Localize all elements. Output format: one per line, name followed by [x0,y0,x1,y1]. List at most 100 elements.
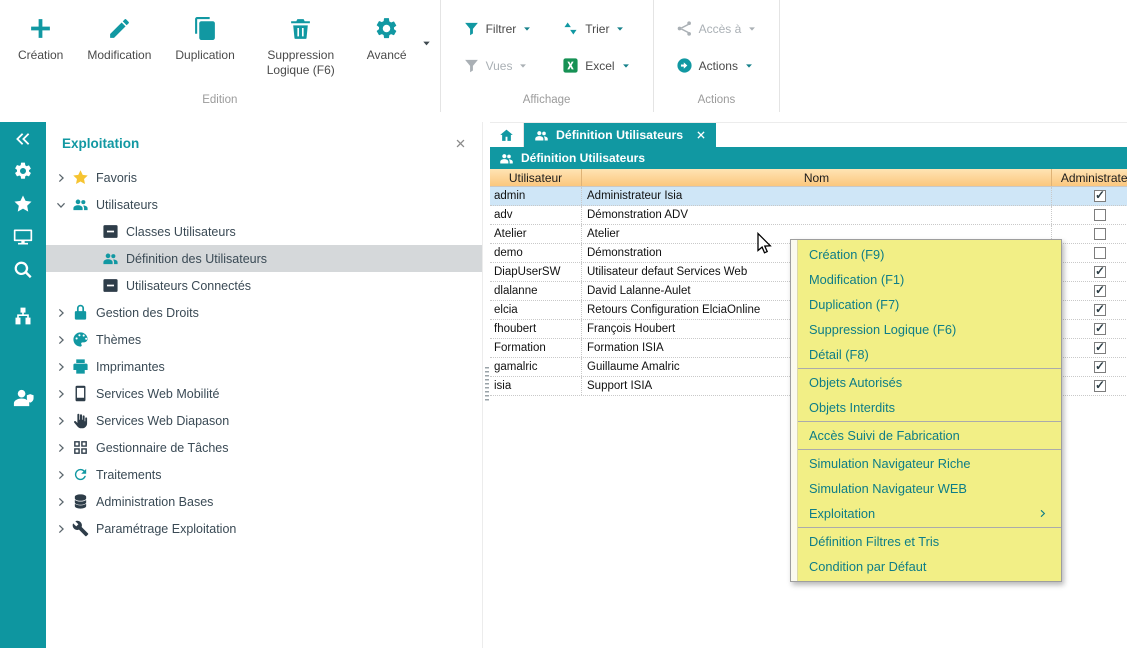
column-header-nom[interactable]: Nom [582,169,1052,186]
cell-utilisateur: gamalric [490,358,582,376]
menu-item-15[interactable]: Définition Filtres et Tris [791,529,1061,554]
vues-button[interactable]: Vues [463,57,533,74]
sidebar-settings-button[interactable] [13,161,33,181]
chevron-right-icon[interactable] [56,308,68,318]
tab-label: Définition Utilisateurs [556,128,683,142]
chevron-down-icon[interactable] [56,200,68,210]
nav-item-5[interactable]: Gestion des Droits [46,299,482,326]
chevron-right-icon[interactable] [56,497,68,507]
creation-button[interactable]: Création [6,6,75,63]
menu-item-0[interactable]: Création (F9) [791,242,1061,267]
copy-icon [193,16,218,41]
hand-icon [72,412,89,429]
trash-icon [288,16,313,41]
nav-item-11[interactable]: Traitements [46,461,482,488]
nav-item-13[interactable]: Paramétrage Exploitation [46,515,482,542]
nav-item-4[interactable]: Utilisateurs Connectés [46,272,482,299]
sidebar-search-button[interactable] [13,260,33,280]
nav-panel-close-icon[interactable] [455,138,466,149]
acces-a-label: Accès à [699,22,742,36]
chevron-right-icon[interactable] [56,443,68,453]
ribbon-group-edition: Création Modification Duplication Suppre… [0,0,441,112]
acces-a-button[interactable]: Accès à [676,20,758,37]
table-row-adv[interactable]: advDémonstration ADV [490,206,1127,225]
sidebar-desktop-button[interactable] [13,227,33,247]
suppression-logique-button[interactable]: Suppression Logique (F6) [247,6,355,78]
cell-administrateur [1052,358,1127,376]
ribbon: Création Modification Duplication Suppre… [0,0,1127,112]
admin-checkbox[interactable] [1094,209,1106,221]
menu-item-4[interactable]: Détail (F8) [791,342,1061,367]
printer-icon [72,358,89,375]
menu-separator [798,368,1061,369]
menu-item-6[interactable]: Objets Autorisés [791,370,1061,395]
nav-item-6[interactable]: Thèmes [46,326,482,353]
nav-item-10[interactable]: Gestionnaire de Tâches [46,434,482,461]
admin-checkbox[interactable] [1094,304,1106,316]
admin-checkbox[interactable] [1094,247,1106,259]
tab-home[interactable] [490,123,524,147]
table-row-admin[interactable]: adminAdministrateur Isia [490,187,1127,206]
chevron-right-icon[interactable] [56,362,68,372]
nav-item-9[interactable]: Services Web Diapason [46,407,482,434]
menu-item-2[interactable]: Duplication (F7) [791,292,1061,317]
nav-tree: FavorisUtilisateursClasses UtilisateursD… [46,164,482,542]
admin-checkbox[interactable] [1094,190,1106,202]
admin-checkbox[interactable] [1094,380,1106,392]
user-shield-icon [12,386,35,409]
trier-button[interactable]: Trier [562,20,630,37]
chevron-right-icon[interactable] [56,173,68,183]
tab-bar: Définition Utilisateurs [490,123,1127,147]
menu-item-label: Condition par Défaut [809,559,1047,574]
nav-item-8[interactable]: Services Web Mobilité [46,380,482,407]
chevron-right-icon[interactable] [56,416,68,426]
caret-down-icon [747,24,757,34]
menu-item-label: Définition Filtres et Tris [809,534,1047,549]
actions-button[interactable]: Actions [676,57,758,74]
filtrer-button[interactable]: Filtrer [463,20,533,37]
chevron-right-icon[interactable] [56,389,68,399]
nav-item-12[interactable]: Administration Bases [46,488,482,515]
column-header-administrateur[interactable]: Administrateur [1052,169,1127,186]
tab-definition-utilisateurs[interactable]: Définition Utilisateurs [524,123,716,147]
avance-dropdown-button[interactable] [419,36,434,51]
nav-item-0[interactable]: Favoris [46,164,482,191]
duplication-button[interactable]: Duplication [163,6,246,63]
panel-splitter[interactable] [482,122,490,648]
collapse-sidebar-button[interactable] [14,130,32,148]
nav-item-7[interactable]: Imprimantes [46,353,482,380]
excel-button[interactable]: Excel [562,57,630,74]
menu-item-16[interactable]: Condition par Défaut [791,554,1061,579]
menu-item-12[interactable]: Simulation Navigateur WEB [791,476,1061,501]
nav-item-2[interactable]: Classes Utilisateurs [46,218,482,245]
admin-checkbox[interactable] [1094,228,1106,240]
admin-checkbox[interactable] [1094,342,1106,354]
tab-close-icon[interactable] [696,130,706,140]
cell-utilisateur: admin [490,187,582,205]
admin-checkbox[interactable] [1094,266,1106,278]
avance-button[interactable]: Avancé [355,6,419,63]
caret-down-icon [615,24,625,34]
menu-item-13[interactable]: Exploitation [791,501,1061,526]
chevron-right-icon[interactable] [56,335,68,345]
admin-checkbox[interactable] [1094,323,1106,335]
creation-label: Création [18,48,63,63]
nav-item-1[interactable]: Utilisateurs [46,191,482,218]
sidebar-user-admin-button[interactable] [12,386,35,409]
nav-item-3[interactable]: Définition des Utilisateurs [46,245,482,272]
palette-icon [72,331,89,348]
sidebar-favorites-button[interactable] [13,194,33,214]
chevron-right-icon[interactable] [56,470,68,480]
menu-item-1[interactable]: Modification (F1) [791,267,1061,292]
sidebar-hierarchy-button[interactable] [13,306,33,326]
menu-item-9[interactable]: Accès Suivi de Fabrication [791,423,1061,448]
admin-checkbox[interactable] [1094,361,1106,373]
menu-item-7[interactable]: Objets Interdits [791,395,1061,420]
cell-utilisateur: isia [490,377,582,395]
modification-button[interactable]: Modification [75,6,163,63]
chevron-right-icon[interactable] [56,524,68,534]
admin-checkbox[interactable] [1094,285,1106,297]
menu-item-11[interactable]: Simulation Navigateur Riche [791,451,1061,476]
menu-item-3[interactable]: Suppression Logique (F6) [791,317,1061,342]
column-header-utilisateur[interactable]: Utilisateur [490,169,582,186]
